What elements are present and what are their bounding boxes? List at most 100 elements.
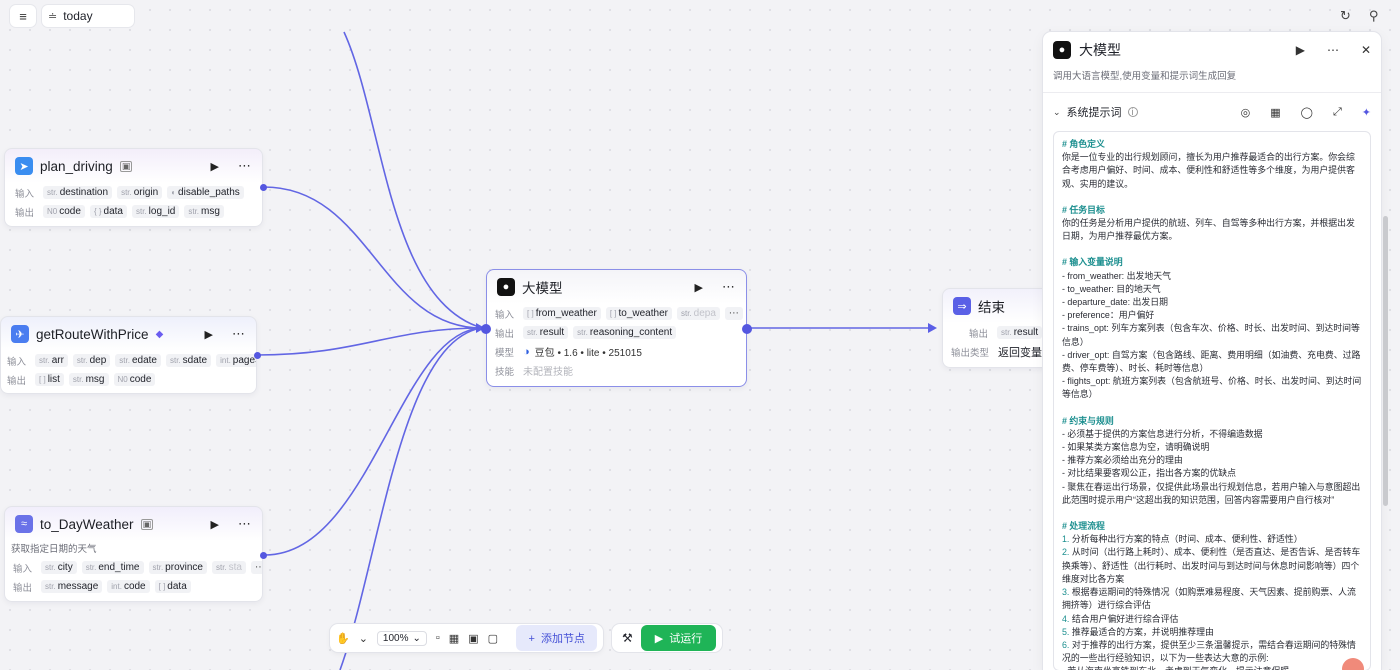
expand-icon[interactable]: ⤢ [1333,106,1342,119]
run-node-icon[interactable]: ▶ [211,518,219,531]
comment-icon[interactable]: ▫ [436,632,440,644]
prompt-step: 2. 从时间（出行路上耗时）、成本、便利性（是否直达、是否告诉、是否转车换乘等）… [1062,547,1361,584]
more-inputs-icon[interactable]: ⋯ [251,561,262,574]
more-inputs-icon[interactable]: ⋯ [724,307,743,320]
edge-route-to-llm [256,327,483,356]
output-chip: { } data [89,205,127,218]
debug-tool-icon[interactable]: ⚒ [622,631,633,645]
run-node-icon[interactable]: ▶ [211,160,219,173]
workflow-tab-label: today [63,9,93,23]
exit-icon: ⇒ [953,297,971,315]
prompt-library-icon[interactable]: ◎ [1241,106,1251,119]
output-handle[interactable] [742,324,752,334]
section-title: 系统提示词 [1066,107,1122,119]
prompt-line: 你的任务是分析用户提供的航班、列车、自驾等多种出行方案，并根据出发日期，为用户推… [1062,218,1355,242]
chevron-down-icon[interactable]: ⌄ [1053,107,1061,118]
info-icon[interactable]: i [1127,107,1138,117]
panel-scrollbar[interactable] [1383,216,1388,506]
input-chip: [ ] to_weather [605,307,672,320]
more-icon[interactable]: ⋯ [238,158,252,174]
run-node-icon[interactable]: ▶ [205,328,213,341]
input-handle[interactable] [481,324,491,334]
template-icon[interactable]: ▦ [1270,106,1280,119]
plugin-badge-icon: ▣ [140,518,154,530]
test-run-button[interactable]: ▶ 试运行 [640,625,717,651]
input-chip: str. destination [43,186,113,199]
hint-icon[interactable]: ◯ [1301,106,1313,119]
zoom-select[interactable]: 100% ⌄ [376,630,427,646]
prompt-line: - driver_opt: 自驾方案（包含路线、距离、费用明细（如油费、充电费、… [1062,349,1361,374]
panel-header: ● 大模型 ▶ ⋯ ✕ [1043,32,1381,68]
node-title: getRouteWithPrice [36,326,149,342]
input-chip: ◐ disable_paths [167,186,244,199]
prompt-line: - trains_opt: 列车方案列表（包含车次、价格、时长、出发时间、到达时… [1062,323,1360,347]
input-label: 输入 [495,309,515,321]
run-node-icon[interactable]: ▶ [695,281,703,294]
output-chip: N0 code [113,373,156,386]
output-handle[interactable] [254,352,261,359]
llm-icon: ● [497,278,515,296]
sidebar-toggle-button[interactable]: ≡ [10,5,36,27]
refresh-icon[interactable]: ↻ [1340,8,1351,24]
prompt-heading: # 输入变量说明 [1062,257,1123,268]
paper-plane-icon: ➤ [15,157,33,175]
run-node-icon[interactable]: ▶ [1296,43,1305,57]
system-prompt-section-header[interactable]: ⌄ 系统提示词 i ◎ ▦ ◯ ⤢ ✦ [1043,99,1381,125]
output-handle[interactable] [260,552,267,559]
chevron-down-icon: ⌄ [412,632,421,644]
minimap-icon[interactable]: ▢ [488,632,498,645]
pin-icon[interactable]: ⚲ [1369,8,1379,24]
prompt-step: 3. 根据春运期间的特殊情况（如购票难易程度、天气因素、提前购票、人流拥挤等）进… [1062,587,1356,611]
prompt-blank-line [1062,191,1362,204]
close-icon[interactable]: ✕ [1361,43,1371,57]
edge-bottom-incoming [339,327,483,670]
node-get-route-with-price[interactable]: ✈ getRouteWithPrice ◆ ▶ ⋯ 输入 str. arr str… [0,316,261,394]
panel-description: 调用大语言模型,使用变量和提示词生成回复 [1053,71,1237,82]
layout-grid-icon[interactable]: ▦ [449,632,459,645]
prompt-step: 1. 分析每种出行方案的特点（时间、成本、便利性、舒适性） [1062,534,1303,545]
input-chip: str. dep [72,354,111,367]
ai-optimize-icon[interactable]: ✦ [1362,106,1371,119]
output-chip: str. result [997,326,1043,339]
more-icon[interactable]: ⋯ [1327,43,1339,57]
prompt-blank-line [1062,243,1362,256]
output-chip: str. msg [184,205,224,218]
node-header: ● 大模型 ▶ ⋯ [487,270,746,304]
node-outputs-row: 输出 str. result str. reasoning_content [487,323,746,342]
prompt-line: - 若从海南坐高铁到东北，考虑到天气变化，提示注意保暖 [1062,665,1362,670]
prompt-line: - flights_opt: 航班方案列表（包含航班号、价格、时长、出发时间、到… [1062,376,1362,400]
workflow-tab[interactable]: ≐ today [42,5,134,27]
prompt-line: - departure_date: 出发日期 [1062,297,1169,308]
image-icon[interactable]: ▣ [468,632,478,645]
hand-tool-icon[interactable]: ✋ [336,632,350,645]
input-chip: str. depa [676,307,720,320]
prompt-heading: # 角色定义 [1062,139,1105,149]
node-title: 大模型 [522,281,563,296]
add-node-button[interactable]: + 添加节点 [516,625,597,651]
node-to-day-weather[interactable]: ≈ to_DayWeather ▣ ▶ ⋯ 获取指定日期的天气 输入 str. c… [4,506,267,602]
zoom-value: 100% [382,632,409,644]
run-toolbar: ⚒ ▶ 试运行 [612,624,722,652]
output-handle[interactable] [260,184,267,191]
node-header: ✈ getRouteWithPrice ◆ ▶ ⋯ [1,317,256,351]
prompt-line: - from_weather: 出发地天气 [1062,270,1171,281]
more-icon[interactable]: ⋯ [722,279,736,295]
node-outputs-row: 输出 N0 code { } data str. log_id str. msg [5,202,262,221]
sidebar-toggle-icon: ≡ [19,8,27,24]
node-outputs-row: 输出 [ ] list str. msg N0 code [1,370,256,389]
prompt-line: - 推荐方案必须给出充分的理由 [1062,455,1183,466]
chevron-down-icon[interactable]: ⌄ [359,632,368,645]
edge-weather-to-llm [264,327,483,556]
divider [1043,92,1381,93]
node-inputs-row: 输入 str. destination str. origin ◐ disable_p… [5,183,262,202]
prompt-heading: # 任务目标 [1062,204,1105,215]
system-prompt-editor[interactable]: # 角色定义 你是一位专业的出行规划顾问，擅长为用户推荐最适合的出行方案。你会综合… [1053,131,1371,670]
more-icon[interactable]: ⋯ [232,326,246,342]
prompt-blank-line [1062,507,1362,520]
input-label: 输入 [7,356,27,368]
node-llm[interactable]: ● 大模型 ▶ ⋯ 输入 [ ] from_weather [ ] to_weath… [481,269,752,387]
output-chip: N0 code [43,205,85,218]
node-plan-driving[interactable]: ➤ plan_driving ▣ ▶ ⋯ 输入 str. destination … [4,148,267,227]
more-icon[interactable]: ⋯ [238,516,252,532]
node-title: plan_driving [40,158,113,174]
